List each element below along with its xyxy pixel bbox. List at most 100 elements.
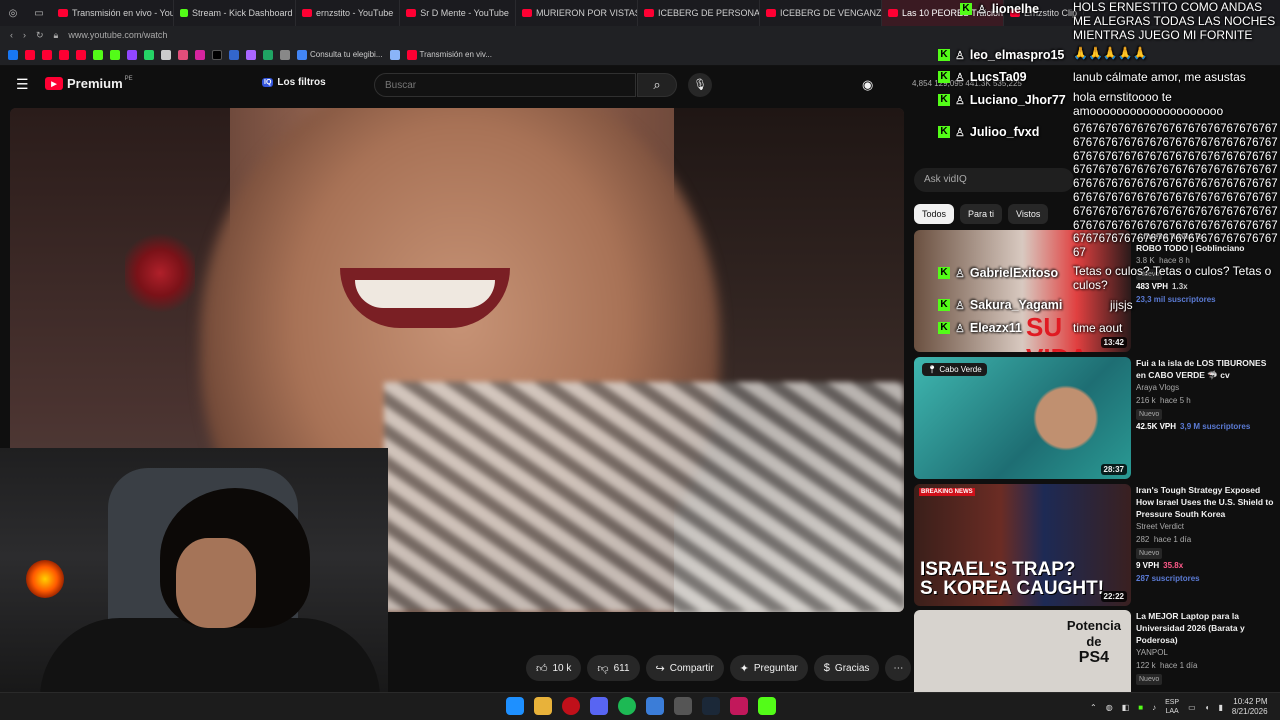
share-icon: ↪ — [655, 662, 665, 675]
app-icon[interactable] — [161, 49, 171, 60]
chat-user: K ♙ Eleazx11 — [938, 321, 1022, 335]
x-icon[interactable] — [212, 49, 222, 60]
video-thumbnail[interactable]: BREAKING NEWS ISRAEL'S TRAP? S. KOREA CA… — [914, 484, 1131, 606]
share-button[interactable]: ↪ Compartir — [645, 655, 724, 681]
app-icon[interactable] — [730, 697, 748, 715]
kick-icon: K — [938, 126, 950, 138]
kick-bookmark-icon[interactable] — [110, 49, 120, 60]
more-actions-icon[interactable]: ⋯ — [885, 655, 912, 681]
chat-message: jijsjs — [1110, 298, 1133, 312]
recommended-video[interactable]: BREAKING NEWS ISRAEL'S TRAP? S. KOREA CA… — [914, 484, 1276, 606]
browser-tab[interactable]: ernzstito - YouTube — [296, 0, 401, 26]
instagram-icon[interactable] — [195, 49, 205, 60]
video-title[interactable]: Fui a la isla de LOS TIBURONES en CABO V… — [1136, 357, 1278, 381]
lock-icon: 🔒︎ — [53, 29, 59, 40]
bookmark-transmision[interactable]: Transmisión en viv... — [406, 49, 492, 60]
channel-name[interactable]: YANPOL — [1136, 646, 1276, 659]
video-meta: Fui a la isla de LOS TIBURONES en CABO V… — [1136, 357, 1278, 433]
discord-tray-icon[interactable]: ◍ — [1106, 703, 1113, 712]
location-badge: 📍︎ Cabo Verde — [922, 363, 987, 376]
browser-tab[interactable]: Stream - Kick Dashboard — [174, 0, 296, 26]
thanks-button[interactable]: $ Gracias — [813, 655, 880, 681]
channel-name[interactable]: Araya Vlogs — [1136, 381, 1278, 394]
language-indicator[interactable]: ESP LAA — [1165, 698, 1179, 716]
edge-icon[interactable] — [646, 697, 664, 715]
chat-user: K ♙ GabrielExitoso — [938, 266, 1058, 280]
tab-overview-icon[interactable]: ▭ — [26, 0, 52, 26]
windows-start-icon[interactable] — [506, 697, 524, 715]
bookmark-consulta[interactable]: Consulta tu elegibi... — [297, 49, 383, 60]
browser-menu-icon[interactable]: ◎ — [0, 0, 26, 26]
battery-icon[interactable]: ▮ — [1219, 703, 1223, 712]
youtube-bookmark-icon[interactable] — [76, 49, 86, 60]
clock[interactable]: 10:42 PM 8/21/2026 — [1232, 697, 1268, 717]
kick-tray-icon[interactable]: ■ — [1138, 703, 1143, 712]
thumbs-down-icon: 👎︎ — [597, 662, 609, 675]
back-icon[interactable]: ‹ — [10, 30, 13, 40]
youtube-bookmark-icon[interactable] — [25, 49, 35, 60]
browser-tab[interactable]: ICEBERG DE VENGANZAS — [760, 0, 882, 26]
opera-icon[interactable] — [562, 697, 580, 715]
volume-icon[interactable]: ◖ — [1205, 703, 1210, 712]
video-meta: La MEJOR Laptop para la Universidad 2026… — [1136, 610, 1276, 685]
chat-message: hola ernstitoooo te amoooooooooooooooooo… — [1073, 90, 1224, 118]
video-thumbnail[interactable]: Potencia de PS4 — [914, 610, 1131, 694]
microphone-tray-icon[interactable]: ♪ — [1152, 703, 1156, 712]
eye-icon[interactable]: ◉ — [862, 77, 873, 93]
dislike-button[interactable]: 👎︎ 611 — [587, 655, 640, 681]
browser-tab[interactable]: Transmisión en vivo - YouT — [52, 0, 174, 26]
reload-icon[interactable]: ↻ — [36, 30, 44, 41]
image-icon[interactable] — [178, 49, 188, 60]
youtube-bookmark-icon[interactable] — [42, 49, 52, 60]
search-input[interactable]: Buscar — [374, 73, 636, 97]
youtube-icon — [58, 9, 68, 17]
bookmark-icon[interactable] — [280, 49, 290, 60]
search-icon[interactable]: ⌕ — [637, 73, 677, 97]
hamburger-menu-icon[interactable]: ☰ — [16, 77, 32, 91]
video-title[interactable]: Iran's Tough Strategy Exposed How Israel… — [1136, 484, 1278, 520]
chevron-up-icon[interactable]: ⌃ — [1090, 703, 1097, 712]
discord-icon[interactable] — [590, 697, 608, 715]
ask-button[interactable]: ✦ Preguntar — [729, 655, 808, 681]
spotify-icon[interactable] — [618, 697, 636, 715]
gemini-icon[interactable] — [389, 49, 400, 60]
google-icon — [297, 49, 307, 60]
twitch-icon[interactable] — [127, 49, 137, 60]
windows-taskbar: ⌃ ◍ ◧ ■ ♪ ESP LAA ▭ ◖ ▮ 10:42 PM 8/21/2026 — [0, 692, 1280, 720]
kick-bookmark-icon[interactable] — [93, 49, 103, 60]
like-button[interactable]: 👍︎ 10 k — [526, 655, 582, 681]
user-icon: ♙ — [955, 299, 965, 312]
browser-tab[interactable]: Sr D Mente - YouTube — [400, 0, 516, 26]
kick-icon: K — [938, 94, 950, 106]
channel-name[interactable]: Street Verdict — [1136, 520, 1278, 533]
bookmark-icon[interactable] — [229, 49, 239, 60]
chat-message: time aout — [1073, 321, 1123, 335]
youtube-premium-logo[interactable]: ▶ Premium PE — [45, 76, 133, 91]
video-thumbnail[interactable]: 📍︎ Cabo Verde 28:37 — [914, 357, 1131, 479]
recommended-video[interactable]: Potencia de PS4 La MEJOR Laptop para la … — [914, 610, 1276, 694]
url-text[interactable]: www.youtube.com/watch — [68, 30, 167, 40]
network-icon[interactable]: ▭ — [1188, 703, 1196, 712]
recommended-video[interactable]: 📍︎ Cabo Verde 28:37 Fui a la isla de LOS… — [914, 357, 1276, 479]
youtube-icon — [302, 9, 312, 17]
video-actions: 👍︎ 10 k 👎︎ 611 ↪ Compartir ✦ Preguntar $ Grac… — [526, 655, 912, 681]
microphone-icon[interactable]: 🎙︎ — [688, 73, 712, 97]
user-icon: ♙ — [955, 71, 965, 84]
browser-tab[interactable]: MURIERON POR VISTAS... — [516, 0, 638, 26]
obs-icon[interactable] — [674, 697, 692, 715]
forward-icon[interactable]: › — [23, 30, 26, 40]
kick-icon[interactable] — [758, 697, 776, 715]
steam-icon[interactable] — [702, 697, 720, 715]
kick-icon: K — [938, 49, 950, 61]
tray-icon[interactable]: ◧ — [1122, 703, 1130, 712]
video-title[interactable]: La MEJOR Laptop para la Universidad 2026… — [1136, 610, 1276, 646]
youtube-bookmark-icon[interactable] — [59, 49, 69, 60]
file-explorer-icon[interactable] — [534, 697, 552, 715]
bookmark-icon[interactable] — [246, 49, 256, 60]
browser-tab[interactable]: ICEBERG DE PERSONAS A — [638, 0, 760, 26]
whatsapp-icon[interactable] — [144, 49, 154, 60]
facebook-icon[interactable] — [8, 49, 18, 60]
kick-icon: K — [938, 299, 950, 311]
google-drive-icon[interactable] — [263, 49, 273, 60]
filters-button[interactable]: IQ Los filtros — [262, 77, 326, 88]
